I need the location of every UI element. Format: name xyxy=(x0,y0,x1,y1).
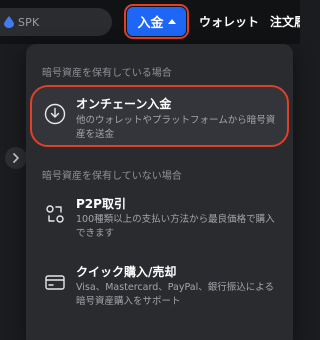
download-circle-icon xyxy=(44,103,66,125)
menu-item-description: 100種類以上の支払い方法から最良価格で購入できます xyxy=(76,214,275,239)
p2p-exchange-icon xyxy=(46,205,64,223)
deposit-label: 入金 xyxy=(137,16,164,31)
menu-item-title: P2P取引 xyxy=(76,197,126,211)
menu-item-title: オンチェーン入金 xyxy=(76,97,172,111)
chevron-right-icon xyxy=(13,153,19,163)
carousel-next-button[interactable] xyxy=(5,147,27,169)
deposit-dropdown-menu: 暗号資産を保有している場合 オンチェーン入金 他のウォレットやプラットフォームか… xyxy=(26,44,293,340)
token-ticker: SPK xyxy=(18,15,40,29)
section-label-no-crypto: 暗号資産を保有していない場合 xyxy=(42,171,182,182)
menu-item-onchain-deposit[interactable]: オンチェーン入金 他のウォレットやプラットフォームから暗号資産を送金 xyxy=(30,85,289,147)
token-search-pill[interactable]: SPK xyxy=(0,8,112,36)
menu-item-description: 他のウォレットやプラットフォームから暗号資産を送金 xyxy=(76,115,276,140)
menu-item-description: Visa、Mastercard、PayPal、銀行振込による暗号資産購入をサポー… xyxy=(76,282,274,307)
menu-item-title: クイック購入/売却 xyxy=(76,265,177,279)
deposit-button[interactable]: 入金 xyxy=(124,4,189,39)
token-drop-icon xyxy=(4,16,14,28)
menu-item-p2p-trading[interactable]: P2P取引 100種類以上の支払い方法から最良価格で購入できます xyxy=(32,189,287,241)
caret-up-icon xyxy=(167,19,176,24)
section-label-have-crypto: 暗号資産を保有している場合 xyxy=(42,68,172,79)
menu-item-quick-buy-sell[interactable]: クイック購入/売却 Visa、Mastercard、PayPal、銀行振込による… xyxy=(32,257,287,311)
nav-orders-link[interactable]: 注文履 xyxy=(270,13,300,30)
card-icon xyxy=(45,275,65,290)
top-navigation-bar: SPK 入金 ウォレット 注文履 xyxy=(0,0,300,44)
nav-wallet-link[interactable]: ウォレット xyxy=(199,13,259,30)
